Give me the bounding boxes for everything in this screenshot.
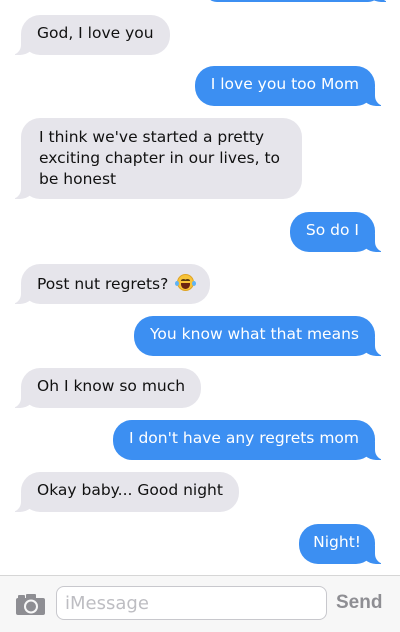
face-with-tears-of-joy-emoji: [175, 274, 197, 291]
message-text: Oh I know so much: [37, 377, 186, 395]
message-text: I think we've started a pretty exciting …: [39, 128, 281, 188]
message-text: I don't have any regrets mom: [128, 429, 359, 447]
message-thread: God, I love you I love you too Mom I thi…: [0, 0, 400, 575]
message-text: Post nut regrets?: [37, 275, 169, 293]
imessage-input[interactable]: [56, 586, 327, 620]
incoming-message-bubble: God, I love you: [11, 15, 170, 55]
message-text: I love you too Mom: [210, 75, 359, 93]
outgoing-message-bubble: Night!: [299, 524, 385, 564]
camera-icon[interactable]: [15, 593, 46, 616]
send-button[interactable]: Send: [336, 590, 382, 616]
incoming-message-bubble: I think we've started a pretty exciting …: [11, 118, 302, 199]
incoming-message-bubble: Okay baby... Good night: [11, 472, 239, 512]
incoming-message-bubble: Post nut regrets?: [10, 264, 211, 304]
outgoing-message-bubble: I love you too Mom: [194, 66, 386, 106]
message-text: Okay baby... Good night: [37, 481, 223, 499]
message-text: So do I: [305, 221, 359, 239]
message-text: Night!: [313, 533, 361, 551]
message-composer: Send: [0, 575, 400, 632]
outgoing-message-bubble: [205, 0, 390, 2]
message-text: God, I love you: [37, 24, 154, 42]
incoming-message-bubble: Oh I know so much: [10, 368, 202, 408]
outgoing-message-bubble: You know what that means: [134, 316, 385, 356]
message-text: You know what that means: [150, 325, 359, 343]
outgoing-message-bubble: I don't have any regrets mom: [112, 420, 386, 460]
outgoing-message-bubble: So do I: [289, 212, 386, 252]
